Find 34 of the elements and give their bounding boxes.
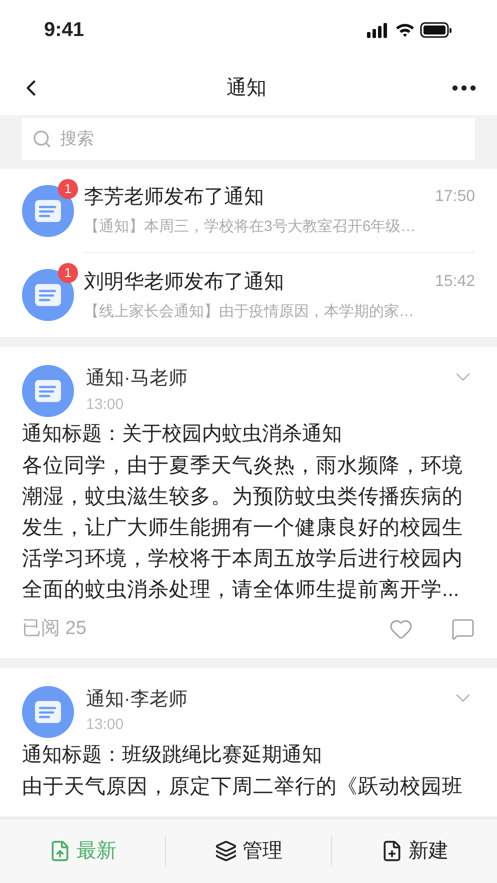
- message-title: 李芳老师发布了通知: [84, 185, 264, 210]
- notice-body: 各位同学，由于夏季天气炎热，雨水频降，环境潮湿，蚊虫滋生较多。为预防蚊虫类传播疾病的发生，让广大师生能拥有一个健康良好的校园生活学习环境，学校将于本周五放学后进行校园内全面的蚊虫消杀处理，请全体师生提前离开学...: [22, 453, 464, 603]
- notice-body: 由于天气原因，原定下周二举行的《跃动校园班: [22, 774, 464, 800]
- page-title: 通知: [226, 76, 266, 100]
- message-title: 刘明华老师发布了通知: [84, 270, 284, 295]
- search-field[interactable]: 搜索: [22, 118, 475, 160]
- more-icon: [452, 84, 476, 90]
- notice-time: 13:00: [86, 394, 125, 414]
- status-time: 9:41: [44, 18, 84, 43]
- notice-time: 13:00: [86, 715, 125, 735]
- message-item[interactable]: 1 刘明华老师发布了通知 15:42 【线上家长会通知】由于疫情原因，本学期的家…: [22, 253, 497, 337]
- unread-badge: 1: [58, 263, 78, 283]
- unread-badge: 1: [58, 179, 78, 199]
- search-input[interactable]: 搜索: [60, 126, 465, 152]
- message-preview: 【线上家长会通知】由于疫情原因，本学期的家…: [84, 302, 415, 322]
- notice-subject: 通知标题：班级跳绳比赛延期通知: [22, 742, 323, 768]
- notice-avatar-icon: [22, 686, 74, 738]
- like-icon[interactable]: [389, 617, 413, 642]
- comment-icon[interactable]: [451, 617, 475, 642]
- bottom-tab[interactable]: 新建: [380, 836, 448, 866]
- notice-author: 通知·马老师: [86, 367, 188, 391]
- notice-subject: 通知标题：关于校园内蚊虫消杀通知: [22, 422, 343, 447]
- message-item[interactable]: 1 李芳老师发布了通知 17:50 【通知】本周三，学校将在3号大教室召开6年级…: [22, 169, 497, 253]
- notice-avatar-icon: [22, 185, 74, 237]
- notice-avatar-icon: [22, 365, 74, 417]
- message-time: 17:50: [434, 187, 475, 208]
- bottom-tab[interactable]: 管理: [214, 836, 282, 866]
- notice-avatar-icon: [22, 269, 74, 321]
- notice-author: 通知·李老师: [86, 688, 188, 712]
- message-time: 15:42: [434, 272, 475, 292]
- search-icon: [32, 129, 52, 149]
- layers-icon: [214, 840, 236, 862]
- message-preview: 【通知】本周三，学校将在3号大教室召开6年级…: [84, 217, 417, 238]
- read-count: 已阅 25: [22, 617, 86, 641]
